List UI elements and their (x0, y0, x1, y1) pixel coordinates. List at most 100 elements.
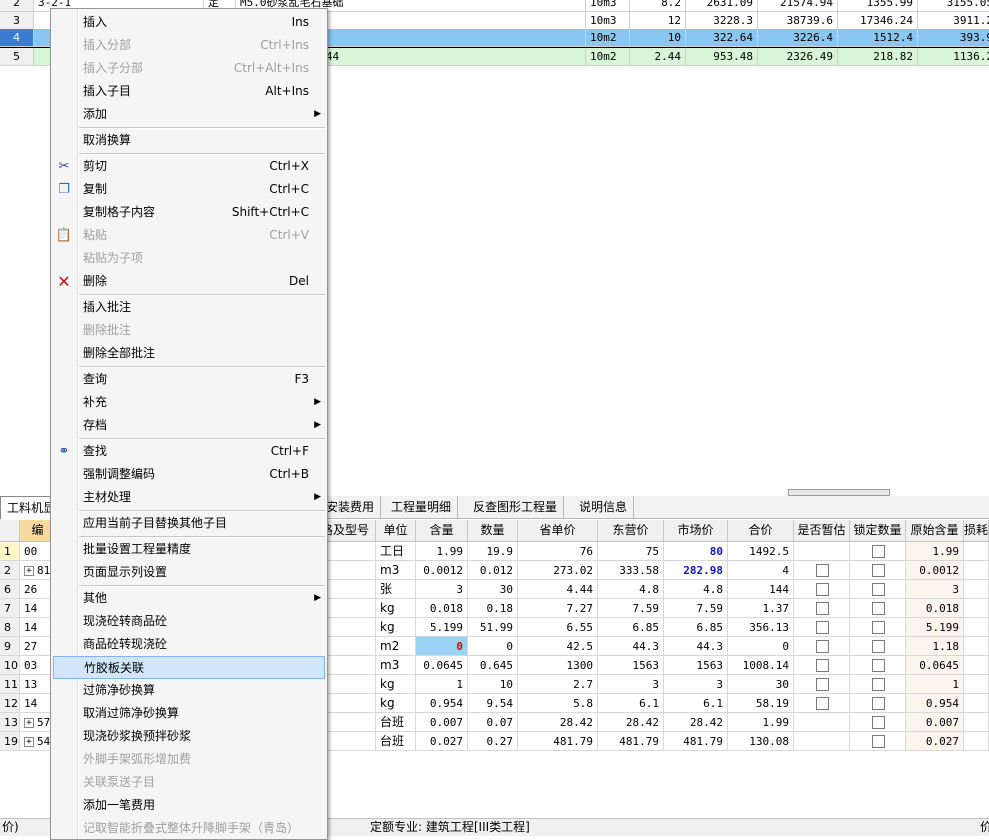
detail-cell-unit[interactable]: 台班 (376, 732, 416, 751)
lock-qty-checkbox[interactable] (872, 564, 885, 577)
detail-cell-total[interactable]: 0 (728, 637, 794, 656)
provisional-checkbox[interactable] (816, 583, 829, 596)
detail-cell-unit[interactable]: m3 (376, 656, 416, 675)
detail-cell-qty[interactable]: 0.18 (468, 599, 518, 618)
detail-cell-total[interactable]: 356.13 (728, 618, 794, 637)
tab-notes[interactable]: 说明信息 (573, 496, 635, 518)
provisional-checkbox[interactable] (816, 621, 829, 634)
detail-cell-total[interactable]: 4 (728, 561, 794, 580)
panel-splitter[interactable] (788, 489, 890, 496)
detail-cell-chk2[interactable] (850, 599, 906, 618)
detail-cell-prov[interactable]: 481.79 (518, 732, 598, 751)
expand-icon[interactable]: + (24, 566, 34, 576)
top-grid-cell-qty[interactable]: 8.2 (630, 0, 686, 12)
provisional-checkbox[interactable] (816, 659, 829, 672)
detail-cell-unit[interactable]: kg (376, 618, 416, 637)
detail-cell-content[interactable]: 0.0012 (416, 561, 468, 580)
menu-item[interactable]: ✕ 删除 Del (51, 270, 327, 293)
detail-cell-market[interactable]: 7.59 (664, 599, 728, 618)
header-orig-content[interactable]: 原始含量 (906, 520, 964, 541)
detail-cell-chk1[interactable] (794, 561, 850, 580)
detail-cell-chk2[interactable] (850, 580, 906, 599)
lock-qty-checkbox[interactable] (872, 602, 885, 615)
detail-cell-chk1[interactable] (794, 618, 850, 637)
detail-cell-chk2[interactable] (850, 542, 906, 561)
detail-cell-total[interactable]: 1.99 (728, 713, 794, 732)
detail-cell-dy[interactable]: 333.58 (598, 561, 664, 580)
header-provisional[interactable]: 是否暂估 (794, 520, 850, 541)
header-unit[interactable]: 单位 (376, 520, 416, 541)
detail-cell-prov[interactable]: 4.44 (518, 580, 598, 599)
menu-item[interactable]: 删除批注 (51, 319, 327, 342)
header-prov-price[interactable]: 省单价 (518, 520, 598, 541)
menu-item[interactable]: 现浇砂浆换预拌砂浆 (51, 725, 327, 748)
lock-qty-checkbox[interactable] (872, 583, 885, 596)
detail-cell-chk1[interactable] (794, 713, 850, 732)
detail-cell-qty[interactable]: 0.07 (468, 713, 518, 732)
tab-install-fee[interactable]: 安装费用 (320, 496, 382, 518)
menu-item[interactable]: 📋 粘贴 Ctrl+V (51, 224, 327, 247)
menu-item[interactable]: 主材处理 ▶ (51, 486, 327, 509)
provisional-checkbox[interactable] (816, 564, 829, 577)
provisional-checkbox[interactable] (816, 697, 829, 710)
detail-cell-dy[interactable]: 3 (598, 675, 664, 694)
detail-cell-market[interactable]: 80 (664, 542, 728, 561)
menu-item[interactable]: 强制调整编码 Ctrl+B (51, 463, 327, 486)
lock-qty-checkbox[interactable] (872, 640, 885, 653)
top-grid-cell-idx[interactable]: 4 (0, 29, 34, 47)
detail-cell-chk1[interactable] (794, 599, 850, 618)
detail-cell-unit[interactable]: 张 (376, 580, 416, 599)
header-qty[interactable]: 数量 (468, 520, 518, 541)
top-grid-cell-p1[interactable]: 218.82 (838, 48, 918, 66)
top-grid-cell-qty[interactable]: 2.44 (630, 48, 686, 66)
header-content[interactable]: 含量 (416, 520, 468, 541)
detail-cell-prov[interactable]: 6.55 (518, 618, 598, 637)
detail-cell-orig[interactable]: 1.18 (906, 637, 964, 656)
detail-cell-orig[interactable]: 0.018 (906, 599, 964, 618)
detail-cell-unit[interactable]: kg (376, 675, 416, 694)
detail-cell-content[interactable]: 1 (416, 675, 468, 694)
detail-cell-prov[interactable]: 76 (518, 542, 598, 561)
detail-cell-content[interactable]: 0.018 (416, 599, 468, 618)
top-grid-cell-total[interactable]: 38739.6 (758, 12, 838, 30)
detail-cell-unit[interactable]: 台班 (376, 713, 416, 732)
detail-cell-total[interactable]: 58.19 (728, 694, 794, 713)
menu-item[interactable]: 取消过筛净砂换算 (51, 702, 327, 725)
detail-cell-market[interactable]: 4.8 (664, 580, 728, 599)
menu-item[interactable]: 批量设置工程量精度 (51, 538, 327, 561)
detail-cell-chk1[interactable] (794, 656, 850, 675)
menu-item[interactable]: 竹胶板关联 (53, 656, 325, 679)
header-loss[interactable]: 损耗 (964, 520, 989, 541)
detail-cell-content[interactable]: 0 (416, 637, 468, 656)
detail-cell-orig[interactable]: 1 (906, 675, 964, 694)
menu-item[interactable]: 删除全部批注 (51, 342, 327, 365)
expand-icon[interactable]: + (24, 718, 34, 728)
detail-cell-qty[interactable]: 9.54 (468, 694, 518, 713)
menu-item[interactable]: 关联泵送子目 (51, 771, 327, 794)
top-grid-cell-p1[interactable]: 17346.24 (838, 12, 918, 30)
detail-cell-dy[interactable]: 6.85 (598, 618, 664, 637)
detail-cell-orig[interactable]: 0.007 (906, 713, 964, 732)
detail-cell-chk2[interactable] (850, 618, 906, 637)
menu-item[interactable]: 页面显示列设置 (51, 561, 327, 584)
menu-item[interactable]: 插入分部 Ctrl+Ins (51, 34, 327, 57)
detail-cell-chk2[interactable] (850, 561, 906, 580)
tab-graphic-quantity[interactable]: 反查图形工程量 (467, 496, 565, 518)
top-grid-cell-p1[interactable]: 1512.4 (838, 29, 918, 47)
detail-cell-unit[interactable]: kg (376, 599, 416, 618)
header-dongying-price[interactable]: 东营价 (598, 520, 664, 541)
detail-cell-market[interactable]: 6.1 (664, 694, 728, 713)
detail-cell-chk1[interactable] (794, 732, 850, 751)
detail-cell-chk2[interactable] (850, 656, 906, 675)
menu-item[interactable]: 现浇砼转商品砼 (51, 610, 327, 633)
detail-cell-total[interactable]: 1492.5 (728, 542, 794, 561)
detail-cell-content[interactable]: 0.954 (416, 694, 468, 713)
top-grid-cell-p2[interactable]: 1136.2 (918, 48, 989, 66)
detail-cell-content[interactable]: 1.99 (416, 542, 468, 561)
top-grid-cell-unit[interactable]: 10m3 (586, 0, 630, 12)
detail-cell-chk1[interactable] (794, 580, 850, 599)
detail-cell-total[interactable]: 130.08 (728, 732, 794, 751)
detail-cell-orig[interactable]: 3 (906, 580, 964, 599)
detail-cell-market[interactable]: 481.79 (664, 732, 728, 751)
lock-qty-checkbox[interactable] (872, 659, 885, 672)
